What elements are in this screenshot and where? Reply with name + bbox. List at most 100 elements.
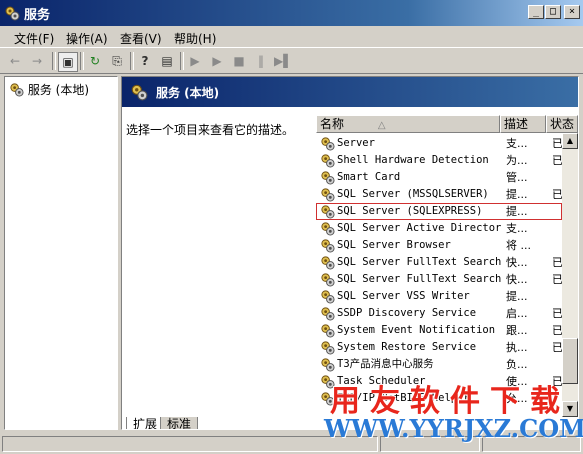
tab-standard[interactable]: 标准 [160, 417, 199, 429]
pane-header-title: 服务 (本地) [156, 86, 220, 100]
service-description: 启... [506, 307, 528, 320]
pause-service-icon[interactable]: ‖ [252, 52, 270, 70]
service-description: 快... [506, 273, 528, 286]
toolbar-separator [130, 52, 134, 70]
table-row[interactable]: Smart Card 管... [316, 169, 562, 186]
forward-arrow-icon[interactable]: → [28, 52, 46, 70]
service-description: 为... [506, 154, 528, 167]
service-gear-icon [320, 340, 335, 355]
menu-action[interactable]: 操作(A) [66, 30, 108, 47]
table-row[interactable]: SQL Server FullText Search...快...已启 [316, 254, 574, 271]
toolbar-separator [180, 52, 184, 70]
service-gear-icon [320, 272, 335, 287]
table-row[interactable]: System Event Notification跟...已启 [316, 322, 574, 339]
service-name: SQL Server FullText Search... [337, 273, 501, 285]
services-list: 名称 △ 描述 状态 Server支...已启Shell Hardware De… [316, 107, 578, 417]
table-row[interactable]: Shell Hardware Detection为...已启 [316, 152, 574, 169]
service-description: 跟... [506, 324, 528, 337]
service-gear-icon [320, 238, 335, 253]
tree-item-services-local[interactable]: 服务 (本地) [9, 81, 89, 98]
service-name: SQL Server Active Director... [337, 222, 501, 234]
start-service-icon[interactable]: ▶ [186, 52, 204, 70]
table-row[interactable]: T3产品消息中心服务 负... [316, 356, 562, 373]
toolbar-separator [80, 52, 84, 70]
scroll-up-button[interactable]: ▲ [562, 133, 578, 149]
service-name: SSDP Discovery Service [337, 307, 477, 319]
table-row[interactable]: SSDP Discovery Service启...已启 [316, 305, 574, 322]
service-gear-icon [320, 187, 335, 202]
table-row[interactable]: SQL Server (MSSQLSERVER)提...已启 [316, 186, 574, 203]
service-name: System Event Notification [337, 324, 496, 336]
tree-item-label: 服务 (本地) [27, 83, 90, 97]
service-description: 提... [506, 188, 528, 201]
service-name: SQL Server (MSSQLSERVER) [337, 188, 489, 200]
maximize-button[interactable]: □ [545, 5, 561, 19]
service-name: SQL Server Browser [337, 239, 451, 251]
service-gear-icon [320, 306, 335, 321]
pane-header: 服务 (本地) [122, 77, 578, 107]
service-name: System Restore Service [337, 341, 477, 353]
service-description: 提... [506, 290, 528, 303]
tab-extended[interactable]: 扩展 [126, 417, 165, 429]
help-icon[interactable]: ? [136, 52, 154, 70]
service-description: 快... [506, 256, 528, 269]
service-description: 负... [506, 358, 528, 371]
service-name: SQL Server (SQLEXPRESS) [337, 205, 483, 217]
console-tree-icon[interactable]: ▣ [58, 52, 78, 72]
service-description: 将 ... [506, 239, 531, 252]
list-header: 名称 △ 描述 状态 [316, 115, 578, 133]
service-gear-icon [320, 255, 335, 270]
column-header-description[interactable]: 描述 [500, 115, 546, 133]
service-name: Shell Hardware Detection [337, 154, 489, 166]
table-row[interactable]: SQL Server (SQLEXPRESS) 提... [316, 203, 562, 220]
window-title: 服务 [24, 8, 51, 23]
table-row[interactable]: Server支...已启 [316, 135, 574, 152]
properties-icon[interactable]: ▤ [158, 52, 176, 70]
sort-arrow-icon: △ [377, 120, 386, 131]
menu-help[interactable]: 帮助(H) [174, 30, 216, 47]
console-tree: 服务 (本地) [4, 76, 118, 430]
export-list-icon[interactable]: ⎘ [108, 52, 126, 70]
service-gear-icon [320, 170, 335, 185]
service-name: Smart Card [337, 171, 401, 183]
menu-view[interactable]: 查看(V) [120, 30, 162, 47]
service-gear-icon [320, 153, 335, 168]
table-row[interactable]: SQL Server VSS Writer 提... [316, 288, 562, 305]
service-name: T3产品消息中心服务 [337, 358, 434, 370]
table-row[interactable]: System Restore Service执...已启 [316, 339, 574, 356]
table-row[interactable]: SQL Server Active Director... 支... [316, 220, 562, 237]
title-bar[interactable]: 服务 _ □ × [0, 0, 583, 26]
close-button[interactable]: × [564, 5, 580, 19]
service-name: SQL Server FullText Search... [337, 256, 501, 268]
column-header-status[interactable]: 状态 [546, 115, 578, 133]
service-gear-icon [320, 136, 335, 151]
back-arrow-icon[interactable]: ← [6, 52, 24, 70]
minimize-button[interactable]: _ [528, 5, 544, 19]
service-description: 提... [506, 205, 528, 218]
service-name: SQL Server VSS Writer [337, 290, 470, 302]
menu-file[interactable]: 文件(F) [14, 30, 54, 47]
toolbar-separator [52, 52, 56, 70]
column-header-name[interactable]: 名称 △ [316, 115, 500, 133]
service-gear-icon [320, 204, 335, 219]
services-gear-icon [10, 83, 24, 97]
services-gear-icon [5, 6, 20, 21]
stop-service-icon[interactable]: ■ [230, 52, 248, 70]
service-description: 支... [506, 222, 528, 235]
service-name: Server [337, 137, 375, 149]
service-description: 支... [506, 137, 528, 150]
description-text: 选择一个项目来查看它的描述。 [126, 123, 295, 137]
restart-service-icon[interactable]: ▶▌ [274, 52, 292, 70]
table-row[interactable]: SQL Server FullText Search...快...已启 [316, 271, 574, 288]
service-gear-icon [320, 289, 335, 304]
start-service-alt-icon[interactable]: ▶ [208, 52, 226, 70]
service-gear-icon [320, 357, 335, 372]
vertical-scrollbar[interactable]: ▲ ▼ [562, 133, 578, 417]
column-name-label: 名称 [320, 117, 345, 131]
service-description: 管... [506, 171, 528, 184]
status-panel-main [2, 436, 378, 452]
refresh-icon[interactable]: ↻ [86, 52, 104, 70]
table-row[interactable]: SQL Server Browser 将 ... [316, 237, 562, 254]
services-gear-icon [131, 84, 148, 101]
service-gear-icon [320, 323, 335, 338]
